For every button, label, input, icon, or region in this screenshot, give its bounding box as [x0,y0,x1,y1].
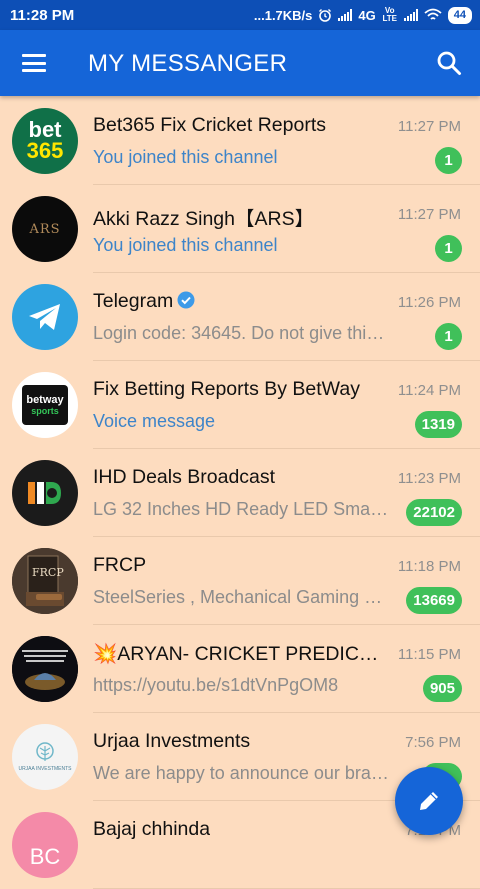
avatar-text-top: betway [26,393,64,406]
chat-row[interactable]: IHD Deals Broadcast 11:23 PM LG 32 Inche… [0,449,480,537]
avatar-text: BC [29,844,61,869]
chat-name: Fix Betting Reports By BetWay [93,378,360,400]
chat-preview: https://youtu.be/s1dtVnPgOM8 [93,675,339,695]
status-bar: 11:28 PM ...1.7KB/s 4G Vo LTE 44 [0,0,480,30]
chat-time: 11:23 PM [397,470,461,487]
avatar-text: FRCP [32,566,64,579]
unread-badge: 1319 [414,411,462,438]
unread-badge: 13669 [406,587,462,614]
chat-name: Urjaa Investments [93,730,251,752]
chat-time: 11:26 PM [397,294,461,311]
avatar-text-bottom: sports [31,405,59,416]
menu-icon[interactable] [22,54,46,72]
avatar-text-bottom: 365 [26,138,64,163]
unread-badge: 1 [435,323,462,350]
unread-badge: 22102 [406,499,462,526]
avatar-logo: betway sports [22,385,68,425]
app-title: MY MESSANGER [88,50,288,77]
unread-badge: 1 [435,235,462,262]
chat-name-text: Telegram [93,290,174,312]
chat-name: IHD Deals Broadcast [93,466,276,488]
chat-preview: We are happy to announce our brand new [93,763,393,783]
chat-preview: SteelSeries , Mechanical Gaming Keyboard [93,587,393,607]
chat-row[interactable]: bet 365 Bet365 Fix Cricket Reports 11:27… [0,97,480,185]
battery-icon: 44 [447,6,472,24]
verified-icon [177,291,195,309]
wifi-icon [424,8,442,20]
chat-preview: You joined this channel [93,235,278,255]
chat-time: 11:24 PM [397,382,461,399]
chat-list: bet 365 Bet365 Fix Cricket Reports 11:27… [0,97,480,889]
avatar-text: ARS [29,221,61,237]
chat-name: Bet365 Fix Cricket Reports [93,114,327,136]
avatar: URJAA INVESTMENTS [12,724,78,790]
tree-logo-icon [36,742,54,761]
chat-preview: Voice message [93,411,216,431]
volte-label: Vo LTE [382,6,397,23]
chat-name: FRCP [93,554,147,576]
chat-time: 11:15 PM [397,646,461,663]
status-time: 11:28 PM [10,6,75,24]
chat-row[interactable]: ARS Akki Razz Singh【ARS】 11:27 PM You jo… [0,185,480,273]
law-book-gavel-icon [12,548,78,614]
chat-time: 11:27 PM [397,118,461,135]
chat-name: Telegram [93,290,195,313]
temple-image-icon [12,636,78,702]
chat-name: Bajaj chhinda [93,818,211,840]
chat-name: 💥ARYAN- CRICKET PREDICTION [93,643,383,665]
chat-time: 7:56 PM [405,734,461,751]
avatar: ARS [12,196,78,262]
avatar [12,284,78,350]
avatar [12,636,78,702]
avatar [12,460,78,526]
status-icons: ...1.7KB/s 4G Vo LTE 44 [253,6,472,24]
app-bar: MY MESSANGER [0,30,480,96]
alarm-icon [319,9,332,22]
network-type: 4G [358,7,376,23]
chat-preview: Login code: 34645. Do not give this code… [93,323,393,343]
chat-preview: LG 32 Inches HD Ready LED Smart TV [93,499,393,519]
unread-badge: 905 [422,675,462,702]
unread-badge: 1 [435,147,462,174]
chat-name: Akki Razz Singh【ARS】 [93,208,315,230]
avatar: BC [12,812,78,878]
ihd-logo-icon [28,482,61,504]
search-icon[interactable] [436,50,462,76]
signal-icon-2 [403,9,418,21]
avatar-text-top: bet [28,117,62,142]
signal-icon [338,9,353,21]
pencil-icon [420,792,438,810]
chat-row[interactable]: 💥ARYAN- CRICKET PREDICTION 11:15 PM http… [0,625,480,713]
chat-time: 11:18 PM [397,558,461,575]
avatar: bet 365 [12,108,78,174]
network-speed: ...1.7KB/s [253,7,313,23]
chat-row[interactable]: FRCP FRCP 11:18 PM SteelSeries , Mechani… [0,537,480,625]
chat-row[interactable]: Telegram 11:26 PM Login code: 34645. Do … [0,273,480,361]
avatar-text: URJAA INVESTMENTS [18,766,72,772]
avatar: FRCP [12,548,78,614]
telegram-plane-icon [29,304,60,330]
chat-preview: You joined this channel [93,147,278,167]
avatar: betway sports [12,372,78,438]
compose-button[interactable] [395,767,463,835]
chat-time: 11:27 PM [397,206,461,223]
chat-row[interactable]: betway sports Fix Betting Reports By Bet… [0,361,480,449]
